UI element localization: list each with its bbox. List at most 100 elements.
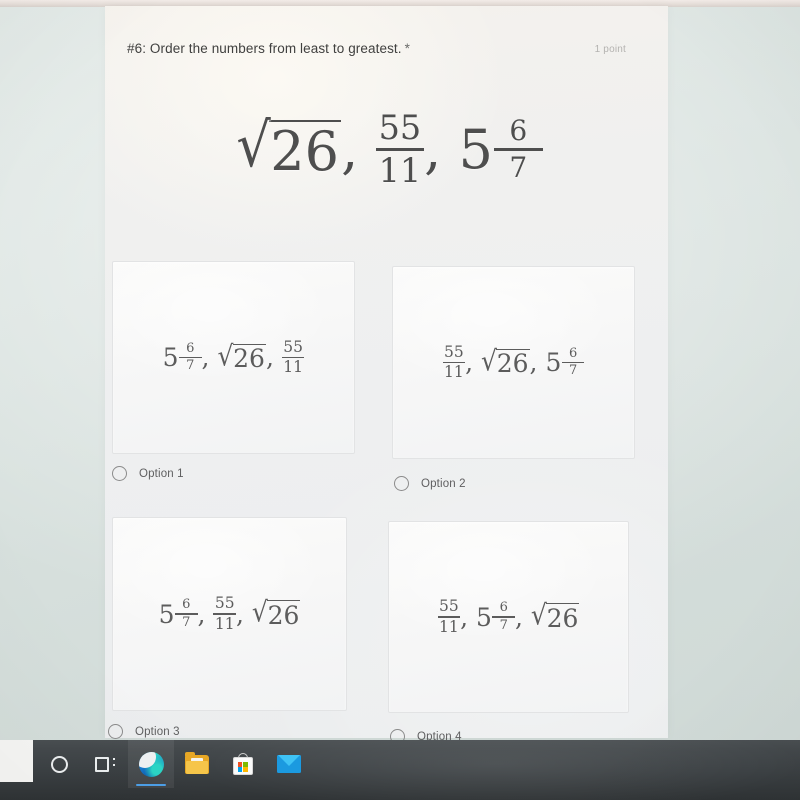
- option-4-term-1: 55 11: [437, 597, 461, 636]
- start-button[interactable]: [0, 740, 33, 782]
- option-2-term-3-numerator: 6: [569, 345, 578, 361]
- options-row-top: 5 6 7, √ 26, 55 11 Option 1 55 11, √ 26, 5 6 7 Optio…: [105, 261, 668, 491]
- option-3-term-3-radical-sign-icon: √: [251, 596, 268, 629]
- option-1-term-3-denominator: 11: [283, 358, 304, 377]
- option-cell-1: 5 6 7, √ 26, 55 11 Option 1: [105, 261, 386, 491]
- option-4-term-3-radical-sign-icon: √: [530, 599, 547, 632]
- required-asterisk: *: [404, 41, 410, 56]
- option-4-term-2-numerator: 6: [499, 600, 508, 616]
- option-3-image[interactable]: 5 6 7, 55 11, √ 26: [112, 517, 347, 711]
- option-1-term-2-radical-sign-icon: √: [217, 339, 234, 373]
- option-1-term-3-fraction: 55 11: [281, 339, 305, 377]
- option-3-radio-row[interactable]: Option 3: [108, 724, 386, 739]
- option-4-math: 55 11, 5 6 7, √ 26: [437, 597, 580, 636]
- option-3-term-1-fraction: 67: [175, 598, 198, 630]
- option-2-radio-row[interactable]: Option 2: [394, 476, 667, 491]
- file-explorer-button[interactable]: [174, 740, 220, 788]
- option-1-term-1-numerator: 6: [186, 340, 195, 356]
- option-4-term-2-fraction: 67: [492, 601, 515, 633]
- options-row-spacer: [105, 491, 668, 517]
- option-2-separator-1: ,: [465, 348, 474, 377]
- question-title: #6: Order the numbers from least to grea…: [127, 40, 410, 58]
- prompt-term-3-denominator: 7: [509, 151, 528, 185]
- microsoft-store-button[interactable]: [220, 740, 266, 788]
- radio-button-option-2[interactable]: [394, 476, 409, 491]
- prompt-term-1-radical-sign-icon: √: [236, 110, 271, 181]
- microsoft-store-icon: [233, 753, 253, 775]
- option-1-radio-row[interactable]: Option 1: [112, 466, 386, 481]
- option-1-term-1-denominator: 7: [186, 358, 195, 374]
- prompt-term-1: √ 26: [236, 115, 342, 179]
- option-3-separator-2: ,: [235, 599, 244, 629]
- prompt-separator-1: ,: [341, 117, 359, 181]
- points-label: 1 point: [594, 44, 626, 55]
- option-1-term-3: 55 11: [281, 339, 305, 377]
- option-3-term-1-whole: 5: [158, 599, 175, 629]
- option-2-term-3: 567: [545, 345, 585, 379]
- option-4-term-1-numerator: 55: [438, 597, 459, 616]
- option-4-term-3: √ 26: [530, 599, 580, 633]
- windows-taskbar: [0, 740, 800, 800]
- cortana-circle-icon: [50, 755, 68, 773]
- option-4-term-2: 567: [476, 601, 515, 633]
- question-title-text: #6: Order the numbers from least to grea…: [127, 41, 402, 56]
- option-2-image[interactable]: 55 11, √ 26, 5 6 7: [392, 266, 635, 459]
- option-1-term-1-fraction: 67: [179, 340, 202, 374]
- prompt-separator-2: ,: [424, 117, 442, 181]
- mail-button[interactable]: [266, 740, 312, 788]
- option-4-term-1-fraction: 55 11: [437, 597, 461, 636]
- option-3-term-1-numerator: 6: [182, 597, 191, 613]
- option-3-term-2: 55 11: [213, 595, 236, 632]
- question-header: #6: Order the numbers from least to grea…: [105, 40, 668, 58]
- option-1-label: Option 1: [139, 467, 184, 480]
- prompt-term-1-radicand: 26: [269, 120, 342, 179]
- radio-button-option-3[interactable]: [108, 724, 123, 739]
- option-4-term-3-radicand: 26: [546, 603, 580, 633]
- option-2-term-3-whole: 5: [545, 348, 562, 377]
- option-3-math: 5 6 7, 55 11, √ 26: [159, 595, 301, 632]
- option-4-image[interactable]: 55 11, 5 6 7, √ 26: [388, 521, 629, 713]
- cortana-circle-button[interactable]: [36, 740, 82, 788]
- option-2-term-3-denominator: 7: [569, 363, 578, 379]
- option-4-term-1-denominator: 11: [438, 617, 459, 636]
- radio-button-option-1[interactable]: [112, 466, 127, 481]
- option-3-term-3: √ 26: [251, 596, 301, 630]
- taskbar-icon-strip: [36, 740, 312, 788]
- option-cell-3: 5 6 7, 55 11, √ 26 Option 3: [105, 517, 386, 744]
- option-3-term-1: 567: [159, 598, 198, 630]
- option-3-term-3-radicand: 26: [267, 600, 301, 630]
- option-2-term-1-denominator: 11: [443, 363, 464, 382]
- option-2-term-2-radicand: 26: [496, 348, 530, 379]
- option-2-term-3-fraction: 67: [561, 345, 585, 379]
- option-cell-2: 55 11, √ 26, 5 6 7 Option 2: [386, 261, 667, 491]
- option-2-term-1-numerator: 55: [443, 342, 464, 361]
- prompt-term-3-whole: 5: [458, 117, 493, 181]
- option-1-image[interactable]: 5 6 7, √ 26, 55 11: [112, 261, 355, 454]
- option-4-term-2-whole: 5: [476, 602, 492, 632]
- option-3-term-2-denominator: 11: [214, 614, 235, 633]
- option-1-math: 5 6 7, √ 26, 55 11: [163, 339, 305, 376]
- prompt-term-2: 55 11: [375, 108, 425, 190]
- option-2-separator-2: ,: [529, 348, 538, 377]
- task-view-button[interactable]: [82, 740, 128, 788]
- option-3-term-2-fraction: 55 11: [213, 595, 236, 632]
- option-4-separator-1: ,: [460, 602, 469, 632]
- prompt-math: √ 26, 55 11, 5 6 7: [236, 108, 543, 190]
- option-1-term-1: 567: [163, 340, 202, 374]
- prompt-term-2-numerator: 55: [378, 108, 422, 147]
- task-view-icon: [95, 756, 115, 772]
- microsoft-edge-button[interactable]: [128, 740, 174, 788]
- prompt-term-3-numerator: 6: [509, 113, 528, 147]
- option-cell-4: 55 11, 5 6 7, √ 26 Option 4: [386, 517, 667, 744]
- option-2-term-1-fraction: 55 11: [442, 342, 466, 382]
- microsoft-edge-icon: [138, 751, 164, 777]
- option-1-term-2: √ 26: [217, 339, 266, 373]
- prompt-term-2-fraction: 55 11: [375, 108, 425, 190]
- option-1-separator-1: ,: [201, 343, 210, 372]
- option-2-term-1: 55 11: [442, 342, 466, 382]
- option-2-math: 55 11, √ 26, 5 6 7: [442, 342, 585, 382]
- option-2-label: Option 2: [421, 477, 466, 490]
- option-4-separator-2: ,: [514, 602, 523, 632]
- answer-options-grid: 5 6 7, √ 26, 55 11 Option 1 55 11, √ 26, 5 6 7 Optio…: [105, 261, 668, 744]
- prompt-term-3: 56 7: [458, 113, 543, 185]
